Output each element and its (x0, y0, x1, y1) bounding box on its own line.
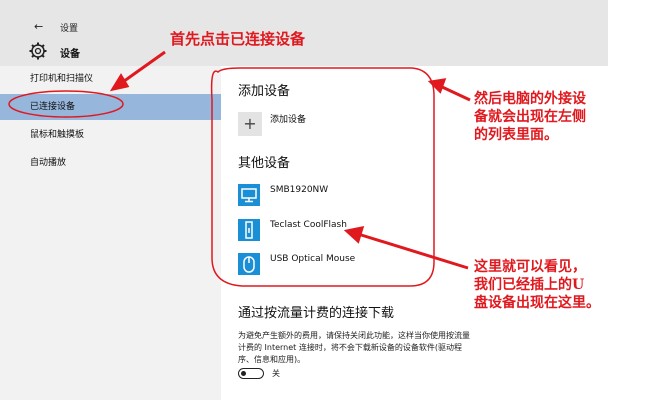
back-button[interactable]: ← (34, 20, 43, 33)
annotation-then-devices: 然后电脑的外接设 备就会出现在左侧 的列表里面。 (474, 90, 586, 144)
annotation-usb-here: 这里就可以看见， 我们已经插上的U 盘设备出现在这里。 (474, 258, 600, 312)
metered-download-heading: 通过按流量计费的连接下载 (238, 306, 395, 321)
annotation-line: 的列表里面。 (474, 127, 558, 143)
add-device-label[interactable]: 添加设备 (270, 112, 306, 125)
annotation-line: 我们已经插上的U (474, 277, 585, 293)
annotation-line: 然后电脑的外接设 (474, 91, 586, 107)
sidebar-item-connected-devices[interactable]: 已连接设备 (0, 94, 221, 120)
mouse-icon (238, 253, 260, 275)
other-devices-heading: 其他设备 (238, 156, 291, 171)
sidebar-item-label: 打印机和扫描仪 (30, 74, 94, 84)
description-line: 为避免产生额外的费用，请保持关闭此功能，这样当你使用按流量 (238, 331, 470, 340)
device-name-teclast-coolflash[interactable]: Teclast CoolFlash (270, 220, 347, 230)
sidebar-item-label: 已连接设备 (30, 102, 76, 112)
page-title: 设备 (60, 49, 80, 60)
annotation-line: 这里就可以看见， (474, 259, 586, 275)
gear-icon (29, 42, 47, 60)
usb-drive-icon (238, 219, 260, 241)
description-line: 计费的 Internet 连接时，将不会下载新设备的设备软件(驱动程 (238, 343, 462, 352)
add-device-button[interactable]: + (238, 112, 262, 136)
description-line: 序、信息和应用)。 (238, 355, 306, 364)
sidebar-item-label: 鼠标和触摸板 (30, 130, 85, 140)
sidebar-item-mouse-touchpad[interactable]: 鼠标和触摸板 (0, 122, 221, 148)
window-title: 设置 (60, 24, 79, 34)
toggle-state-label: 关 (272, 369, 280, 378)
add-device-heading: 添加设备 (238, 84, 291, 99)
monitor-icon (238, 184, 260, 206)
toggle-knob (241, 370, 246, 376)
sidebar-item-label: 自动播放 (30, 158, 67, 168)
device-name-usb-optical-mouse[interactable]: USB Optical Mouse (270, 254, 355, 264)
metered-download-toggle[interactable] (238, 368, 264, 379)
annotation-line: 盘设备出现在这里。 (474, 295, 600, 311)
metered-download-description: 为避免产生额外的费用，请保持关闭此功能，这样当你使用按流量 计费的 Intern… (238, 330, 538, 366)
plus-icon: + (243, 114, 257, 133)
device-name-smb1920nw[interactable]: SMB1920NW (270, 185, 328, 195)
annotation-line: 备就会出现在左侧 (474, 109, 586, 125)
sidebar-item-autoplay[interactable]: 自动播放 (0, 150, 221, 176)
sidebar-item-printers[interactable]: 打印机和扫描仪 (0, 66, 221, 92)
annotation-first-click: 首先点击已连接设备 (170, 30, 306, 48)
sidebar: 打印机和扫描仪 已连接设备 鼠标和触摸板 自动播放 (0, 66, 221, 400)
